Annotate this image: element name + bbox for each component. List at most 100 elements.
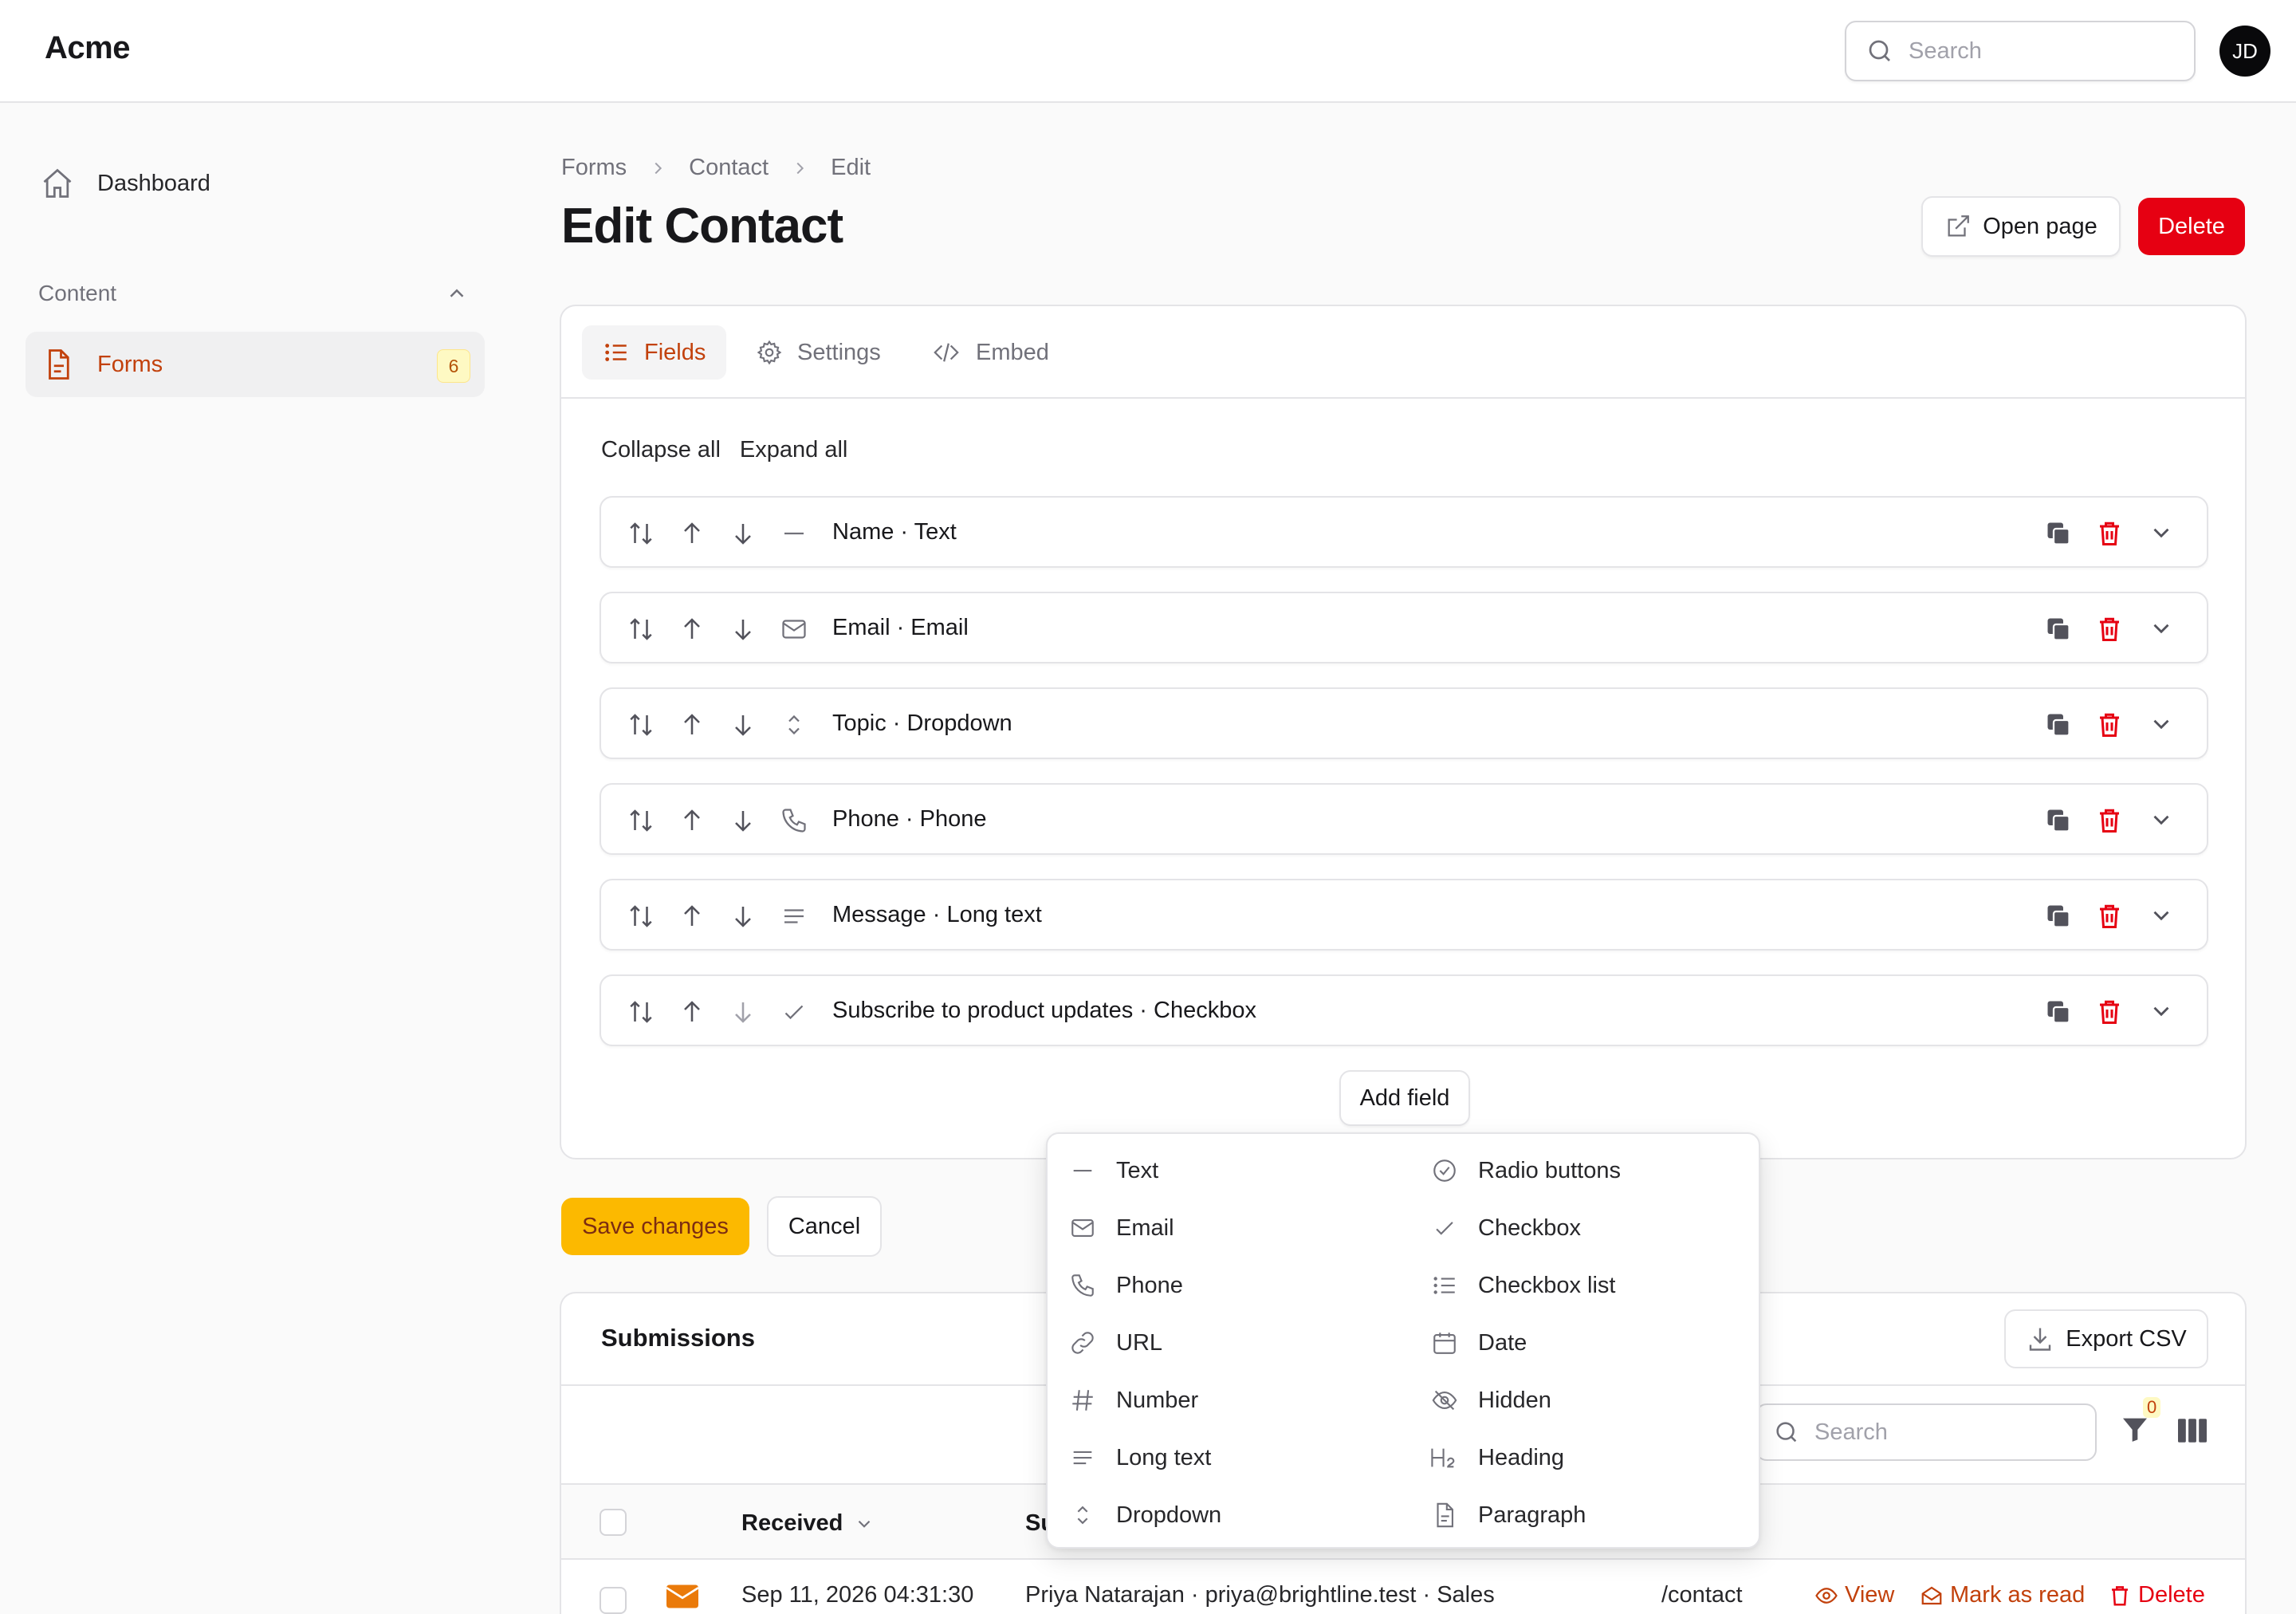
menu-item-number[interactable]: Number bbox=[1067, 1381, 1198, 1419]
move-down-icon[interactable] bbox=[729, 615, 757, 644]
chevron-down-icon bbox=[859, 1520, 871, 1528]
tab-embed[interactable]: Embed bbox=[910, 325, 1070, 380]
duplicate-icon[interactable] bbox=[2044, 711, 2073, 739]
duplicate-icon[interactable] bbox=[2044, 615, 2073, 644]
global-search-input[interactable] bbox=[1909, 37, 2172, 65]
add-field-button[interactable]: Add field bbox=[1339, 1070, 1470, 1126]
move-down-icon[interactable] bbox=[729, 806, 757, 835]
menu-item-text[interactable]: Text bbox=[1067, 1151, 1158, 1190]
menu-item-radio-buttons[interactable]: Radio buttons bbox=[1429, 1151, 1621, 1190]
drag-sort-icon[interactable] bbox=[627, 998, 655, 1026]
field-row[interactable]: Message · Long text bbox=[600, 879, 2208, 951]
chevron-down-icon[interactable] bbox=[2148, 615, 2175, 642]
breadcrumb-item[interactable]: Contact bbox=[689, 155, 769, 181]
menu-item-dropdown[interactable]: Dropdown bbox=[1067, 1496, 1221, 1534]
radio-check-icon bbox=[1429, 1157, 1461, 1184]
tab-fields[interactable]: Fields bbox=[582, 325, 727, 380]
menu-item-date[interactable]: Date bbox=[1429, 1324, 1527, 1362]
column-received[interactable]: Received bbox=[741, 1510, 875, 1537]
tab-settings[interactable]: Settings bbox=[735, 325, 902, 380]
delete-button[interactable]: Delete bbox=[2138, 198, 2245, 255]
duplicate-icon[interactable] bbox=[2044, 806, 2073, 835]
drag-sort-icon[interactable] bbox=[627, 902, 655, 931]
filter-icon[interactable] bbox=[2119, 1413, 2151, 1449]
view-label: View bbox=[1845, 1582, 1895, 1608]
form-editor-card: Fields Settings Embed Collapse all Expan… bbox=[560, 305, 2247, 1159]
field-row[interactable]: Name · Text bbox=[600, 496, 2208, 568]
field-row[interactable]: Topic · Dropdown bbox=[600, 687, 2208, 759]
cancel-button[interactable]: Cancel bbox=[767, 1196, 882, 1257]
move-up-icon[interactable] bbox=[678, 615, 706, 644]
menu-item-email[interactable]: Email bbox=[1067, 1209, 1174, 1247]
open-page-button[interactable]: Open page bbox=[1921, 196, 2121, 257]
field-label: Subscribe to product updates · Checkbox bbox=[832, 998, 1256, 1023]
menu-item-checkbox[interactable]: Checkbox bbox=[1429, 1209, 1581, 1247]
duplicate-icon[interactable] bbox=[2044, 902, 2073, 931]
drag-sort-icon[interactable] bbox=[627, 806, 655, 835]
mark-as-read-link[interactable]: Mark as read bbox=[1920, 1582, 2085, 1608]
row-checkbox[interactable] bbox=[600, 1587, 627, 1614]
expand-all-button[interactable]: Expand all bbox=[740, 437, 847, 463]
duplicate-icon[interactable] bbox=[2044, 998, 2073, 1026]
trash-icon[interactable] bbox=[2095, 711, 2124, 739]
drag-sort-icon[interactable] bbox=[627, 519, 655, 548]
chevron-up-icon bbox=[450, 289, 464, 297]
sidebar-item-dashboard[interactable]: Dashboard bbox=[40, 166, 210, 201]
menu-item-checkbox-list[interactable]: Checkbox list bbox=[1429, 1266, 1615, 1305]
save-changes-button[interactable]: Save changes bbox=[561, 1198, 749, 1255]
move-down-icon[interactable] bbox=[729, 711, 757, 739]
trash-icon[interactable] bbox=[2095, 806, 2124, 835]
menu-item-long-text[interactable]: Long text bbox=[1067, 1439, 1211, 1477]
move-up-icon[interactable] bbox=[678, 998, 706, 1026]
trash-icon[interactable] bbox=[2095, 998, 2124, 1026]
menu-item-label: Text bbox=[1116, 1157, 1159, 1183]
move-up-icon[interactable] bbox=[678, 519, 706, 548]
field-row[interactable]: Phone · Phone bbox=[600, 783, 2208, 855]
export-csv-button[interactable]: Export CSV bbox=[2004, 1309, 2208, 1368]
sidebar-item-forms[interactable]: Forms 6 bbox=[26, 332, 485, 397]
drag-sort-icon[interactable] bbox=[627, 615, 655, 644]
move-up-icon[interactable] bbox=[678, 711, 706, 739]
duplicate-icon[interactable] bbox=[2044, 519, 2073, 548]
move-down-icon[interactable] bbox=[729, 902, 757, 931]
global-search[interactable] bbox=[1845, 21, 2196, 81]
chevron-down-icon[interactable] bbox=[2148, 806, 2175, 833]
trash-icon[interactable] bbox=[2095, 615, 2124, 644]
submission-summary: Priya Natarajan · priya@brightline.test … bbox=[1025, 1582, 1495, 1608]
brand-logo[interactable]: Acme bbox=[45, 30, 130, 66]
move-up-icon[interactable] bbox=[678, 902, 706, 931]
field-type-menu: Text Email Phone URL Number Long text Dr… bbox=[1046, 1132, 1760, 1549]
chevron-down-icon[interactable] bbox=[2148, 998, 2175, 1025]
sidebar-group-content[interactable]: Content bbox=[38, 281, 469, 306]
menu-item-heading[interactable]: Heading bbox=[1429, 1439, 1564, 1477]
download-icon bbox=[2030, 1328, 2051, 1351]
menu-item-phone[interactable]: Phone bbox=[1067, 1266, 1183, 1305]
field-row[interactable]: Email · Email bbox=[600, 592, 2208, 663]
row-delete-link[interactable]: Delete bbox=[2108, 1582, 2205, 1608]
submissions-search-input[interactable] bbox=[1814, 1419, 2078, 1446]
chevron-down-icon[interactable] bbox=[2148, 711, 2175, 738]
chevron-down-icon[interactable] bbox=[2148, 519, 2175, 546]
move-up-icon[interactable] bbox=[678, 806, 706, 835]
trash-icon[interactable] bbox=[2095, 902, 2124, 931]
breadcrumb-item[interactable]: Forms bbox=[561, 155, 627, 181]
field-row[interactable]: Subscribe to product updates · Checkbox bbox=[600, 974, 2208, 1046]
envelope-open-icon bbox=[1921, 1586, 1942, 1604]
menu-item-url[interactable]: URL bbox=[1067, 1324, 1162, 1362]
link-icon bbox=[1067, 1329, 1099, 1356]
unread-mail-icon bbox=[665, 1581, 700, 1614]
user-avatar[interactable]: JD bbox=[2219, 26, 2270, 77]
move-down-icon[interactable] bbox=[729, 519, 757, 548]
chevron-down-icon[interactable] bbox=[2148, 902, 2175, 929]
eye-off-icon bbox=[1429, 1387, 1461, 1414]
drag-sort-icon[interactable] bbox=[627, 711, 655, 739]
trash-icon[interactable] bbox=[2095, 519, 2124, 548]
move-down-icon[interactable] bbox=[729, 998, 757, 1026]
collapse-all-button[interactable]: Collapse all bbox=[601, 437, 721, 463]
select-all-checkbox[interactable] bbox=[600, 1509, 627, 1536]
menu-item-hidden[interactable]: Hidden bbox=[1429, 1381, 1551, 1419]
columns-icon[interactable] bbox=[2176, 1416, 2208, 1449]
view-link[interactable]: View bbox=[1814, 1582, 1894, 1608]
submissions-search[interactable] bbox=[1755, 1403, 2097, 1461]
menu-item-paragraph[interactable]: Paragraph bbox=[1429, 1496, 1586, 1534]
